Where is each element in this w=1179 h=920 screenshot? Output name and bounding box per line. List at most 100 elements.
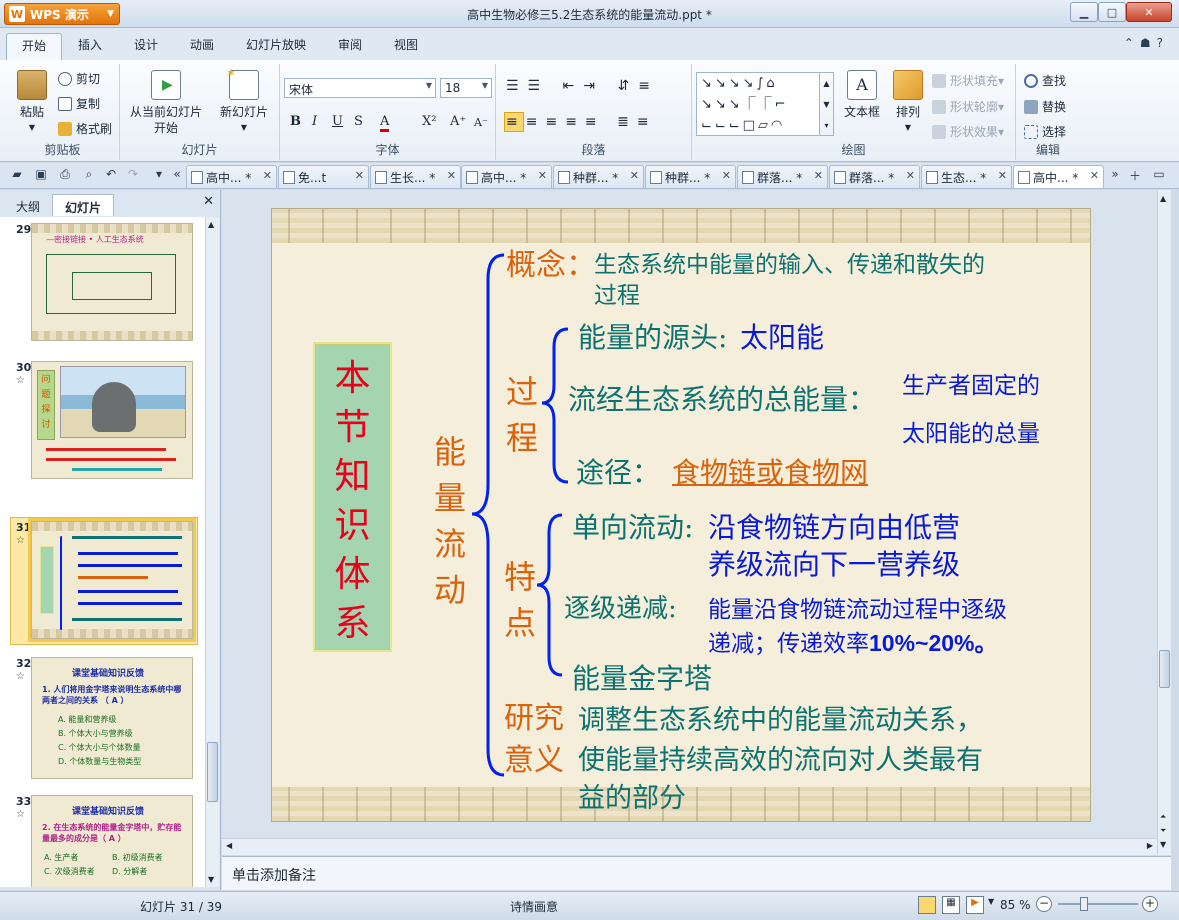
font-name-select[interactable]: 宋体 ▼ (284, 78, 436, 98)
close-tab-icon[interactable]: ✕ (1090, 169, 1099, 182)
underline-button[interactable]: U (332, 114, 343, 129)
print-icon[interactable]: ⎙ (56, 167, 74, 185)
close-tab-icon[interactable]: ✕ (998, 169, 1007, 182)
open-folder-icon[interactable]: ▰ (8, 167, 26, 185)
tab-slideshow[interactable]: 幻灯片放映 (246, 36, 306, 53)
shapes-gallery[interactable]: ↘↘↘↘∫⌂ ↘↘↘⎾⎾⌐ ⌙⌙⌙□▱◠ (696, 72, 820, 136)
dropdown-arrow-icon[interactable]: ▼ (988, 897, 994, 906)
select-button[interactable]: 选择 (1024, 123, 1066, 140)
shape-outline-button[interactable]: 形状轮廓 ▾ (932, 98, 1004, 115)
thumbnail-slide[interactable] (28, 518, 196, 642)
doc-tab[interactable]: 群落... * ✕ (737, 165, 828, 188)
scroll-down-icon[interactable]: ▼ (208, 875, 214, 884)
close-tab-icon[interactable]: ✕ (355, 169, 364, 182)
paste-dropdown-icon[interactable]: ▼ (10, 120, 54, 136)
format-painter-button[interactable]: 格式刷 (58, 120, 112, 137)
strikethrough-s-button[interactable]: S (354, 114, 363, 129)
tab-review[interactable]: 审阅 (338, 36, 362, 53)
doc-tab[interactable]: 高中... * ✕ (186, 165, 277, 188)
thumbnail-slide[interactable]: 问题探讨 (31, 361, 193, 479)
doc-tab[interactable]: 生长... * ✕ (370, 165, 461, 188)
next-slide-icon[interactable]: ⏷ (1160, 826, 1166, 836)
close-tab-icon[interactable]: ✕ (538, 169, 547, 182)
grow-font-button[interactable]: A⁺ (450, 114, 466, 129)
tab-design[interactable]: 设计 (134, 36, 158, 53)
help-controls[interactable]: ⌃☗? (1124, 36, 1169, 50)
scroll-up-icon[interactable]: ▲ (208, 220, 214, 229)
help-icon[interactable]: ? (1157, 36, 1169, 50)
slide-vertical-scrollbar[interactable]: ▲ ⏶ ⏷ ▼ (1157, 190, 1171, 855)
gallery-scroll[interactable]: ▲ ▼ ▾ (820, 72, 834, 136)
undo-icon[interactable]: ↶ (102, 167, 120, 185)
list-buttons[interactable]: ☰☰ ⇤⇥ ⇵≡ (506, 78, 659, 94)
close-tab-icon[interactable]: ✕ (722, 169, 731, 182)
new-slide-dropdown-icon[interactable]: ▼ (214, 120, 274, 136)
slide-horizontal-scrollbar[interactable]: ◀ ▶ (222, 838, 1157, 855)
thumbnail-scrollbar[interactable]: ▲ ▼ (205, 217, 219, 887)
scroll-up-icon[interactable]: ▲ (1160, 194, 1166, 203)
arrange-dropdown-icon[interactable]: ▼ (888, 120, 928, 136)
close-tab-icon[interactable]: ✕ (906, 169, 915, 182)
shape-effects-button[interactable]: 形状效果 ▾ (932, 123, 1004, 140)
doc-tab[interactable]: 生态... * ✕ (921, 165, 1012, 188)
close-panel-icon[interactable]: ✕ (203, 194, 214, 209)
doc-tab[interactable]: 免...t ✕ (278, 165, 369, 188)
tab-home[interactable]: 开始 (6, 33, 62, 60)
align-buttons[interactable]: ≡≡≡≡≡ ≣≡ (506, 114, 657, 130)
cut-button[interactable]: 剪切 (58, 70, 100, 87)
copy-button[interactable]: 复制 (58, 95, 100, 112)
tab-view[interactable]: 视图 (394, 36, 418, 53)
notes-pane[interactable]: 单击添加备注 (222, 856, 1171, 890)
thumbnail-slide[interactable]: 课堂基础知识反馈 1. 人们将用金字塔来说明生态系统中哪两者之间的关系 （ A … (31, 657, 193, 779)
zoom-slider-track[interactable] (1058, 903, 1138, 905)
doc-tab[interactable]: 高中... * ✕ (461, 165, 552, 188)
current-slide[interactable]: 本 节 知 识 体 系 能 量 流 动 概念： 生态系统中能量的输入、传递和散失… (272, 209, 1090, 821)
scroll-left-icon[interactable]: ◀ (226, 841, 232, 850)
paste-button[interactable]: 粘贴 ▼ (10, 70, 54, 136)
redo-icon[interactable]: ↷ (124, 167, 142, 185)
slideshow-view-icon[interactable]: ▶ (966, 896, 984, 914)
superscript-button[interactable]: X² (422, 114, 436, 129)
minimize-button[interactable]: ▁ (1070, 2, 1098, 22)
doc-tab[interactable]: 种群... * ✕ (645, 165, 736, 188)
font-color-button[interactable]: A (380, 114, 390, 132)
save-icon[interactable]: ▣ (32, 167, 50, 185)
zoom-in-icon[interactable]: + (1142, 896, 1158, 912)
doc-tab[interactable]: 种群... * ✕ (553, 165, 644, 188)
prev-slide-icon[interactable]: ⏶ (1160, 812, 1166, 822)
new-slide-button[interactable]: ✶ 新幻灯片 ▼ (214, 66, 274, 136)
close-button[interactable]: ✕ (1126, 2, 1172, 22)
italic-button[interactable]: I (312, 114, 317, 129)
normal-view-icon[interactable] (918, 896, 936, 914)
doc-tab-active[interactable]: 高中... * ✕ (1013, 165, 1104, 188)
shape-fill-button[interactable]: 形状填充 ▾ (932, 72, 1004, 89)
scroll-down-icon[interactable]: ▼ (1160, 840, 1166, 849)
skin-icon[interactable]: ☗ (1140, 36, 1157, 50)
tab-list-icon[interactable]: ▭ (1150, 167, 1168, 185)
tab-slides[interactable]: 幻灯片 (52, 194, 114, 216)
thumbnail-slide[interactable]: 课堂基础知识反馈 2. 在生态系统的能量金字塔中，贮存能量最多的成分是（ A ）… (31, 795, 193, 887)
textbox-button[interactable]: A 文本框 (840, 70, 884, 120)
close-tab-icon[interactable]: ✕ (814, 169, 823, 182)
tabs-scroll-right-icon[interactable]: » (1106, 167, 1124, 185)
tab-insert[interactable]: 插入 (78, 36, 102, 53)
tab-outline[interactable]: 大纲 (6, 194, 50, 216)
thumbnail-slide[interactable]: —密接链接 • 人工生态系统 (31, 223, 193, 341)
slide-sorter-icon[interactable]: ▦ (942, 896, 960, 914)
print-preview-icon[interactable]: ⌕ (80, 167, 98, 185)
scrollbar-thumb[interactable] (1159, 650, 1170, 688)
tabs-scroll-left-icon[interactable]: « (168, 167, 186, 185)
scroll-right-icon[interactable]: ▶ (1147, 841, 1153, 850)
doc-tab[interactable]: 群落... * ✕ (829, 165, 920, 188)
zoom-out-icon[interactable]: − (1036, 896, 1052, 912)
play-from-current-button[interactable]: ▶ 从当前幻灯片 开始 (126, 70, 206, 136)
close-tab-icon[interactable]: ✕ (263, 169, 272, 182)
zoom-slider-thumb[interactable] (1080, 897, 1088, 911)
new-tab-icon[interactable]: ＋ (1126, 167, 1144, 185)
arrange-button[interactable]: 排列 ▼ (888, 70, 928, 136)
find-button[interactable]: 查找 (1024, 72, 1066, 89)
close-tab-icon[interactable]: ✕ (447, 169, 456, 182)
shrink-font-button[interactable]: A⁻ (474, 116, 488, 129)
maximize-button[interactable]: □ (1098, 2, 1126, 22)
customize-toolbar-icon[interactable]: ▾ (150, 167, 168, 185)
